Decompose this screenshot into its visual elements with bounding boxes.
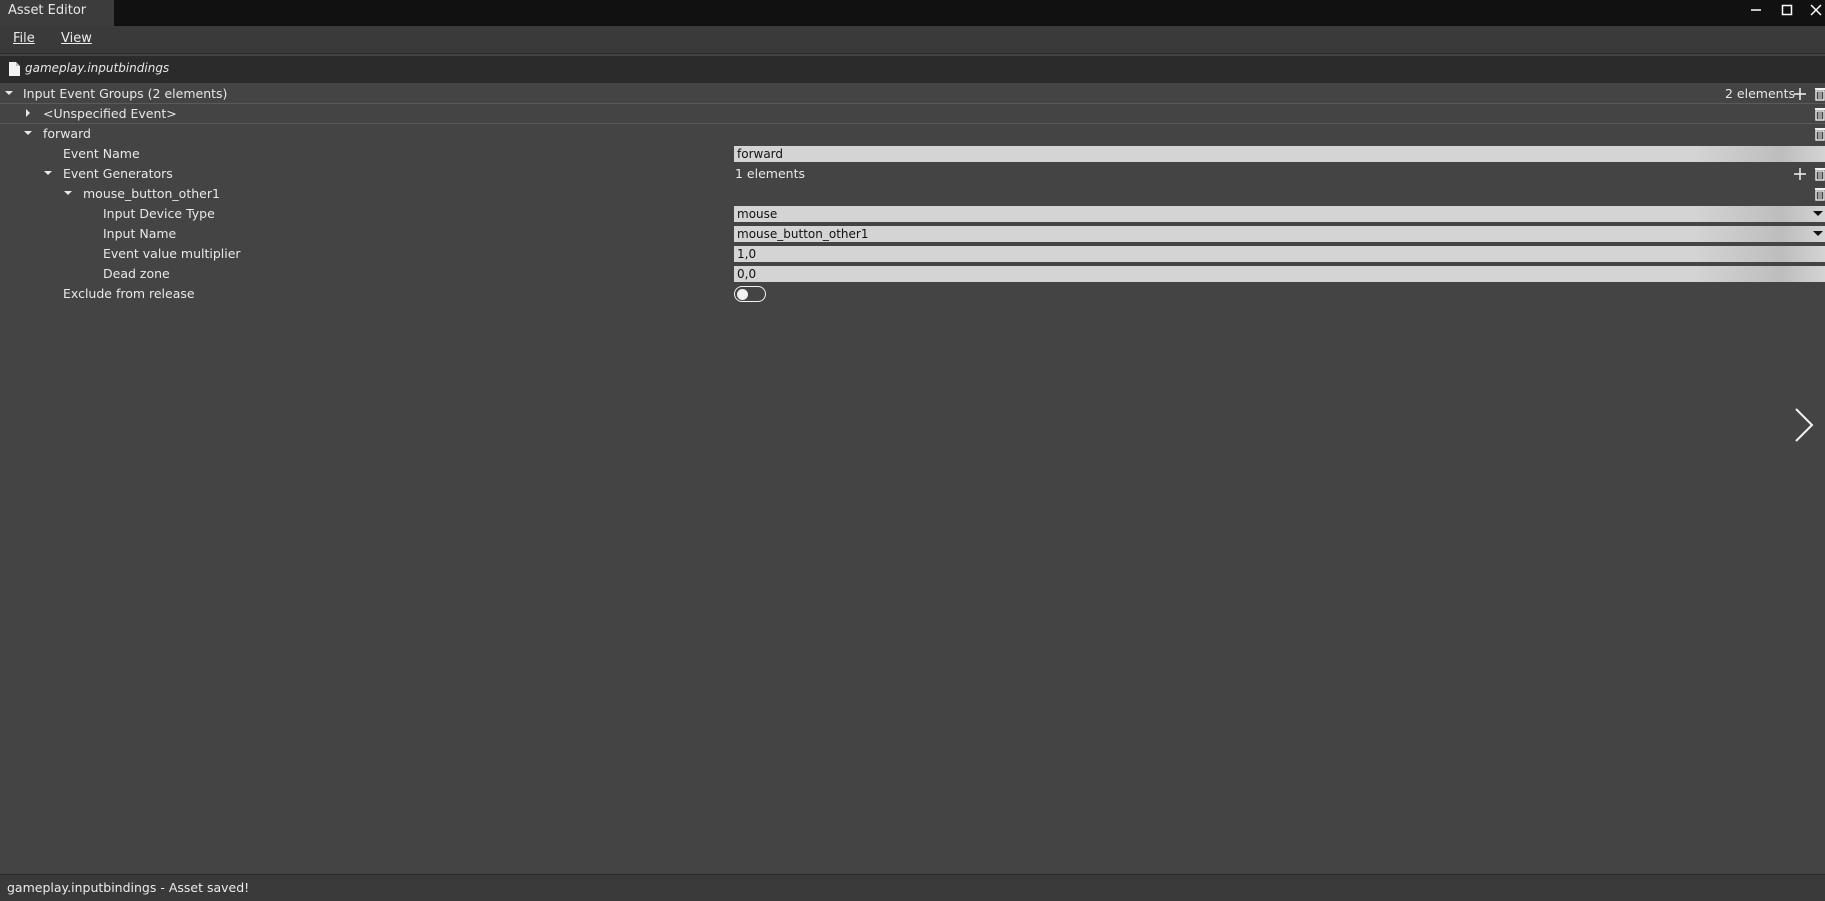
menu-view[interactable]: View [61,31,92,46]
dead-zone-input[interactable]: 0,0 [734,266,1825,282]
property-label: Input Name [103,226,177,241]
exclude-from-release-toggle[interactable] [734,286,766,302]
element-count: 2 elements [1725,86,1795,101]
property-row-multiplier: Event value multiplier 1,0 [0,244,1825,264]
event-name-input[interactable]: forward [734,146,1825,162]
property-label: Exclude from release [63,286,195,301]
tree-row-unspecified-event[interactable]: <Unspecified Event> [0,104,1825,124]
chevron-down-icon [1813,211,1823,216]
menu-file-label: File [13,31,35,46]
toggle-knob [737,288,748,300]
chevron-right-icon[interactable] [1792,405,1816,445]
tree-label: Input Event Groups (2 elements) [23,86,228,101]
menu-bar: File View [0,26,1825,54]
property-row-input-device-type: Input Device Type mouse [0,204,1825,224]
caret-down-icon[interactable] [62,187,74,199]
caret-right-icon[interactable] [22,107,34,119]
window-title: Asset Editor [0,0,114,26]
add-icon[interactable] [1792,166,1808,182]
property-label: Event Name [63,146,140,161]
tree-row-generator[interactable]: mouse_button_other1 [0,184,1825,204]
status-bar: gameplay.inputbindings - Asset saved! [0,874,1825,901]
property-label: Dead zone [103,266,170,281]
property-row-dead-zone: Dead zone 0,0 [0,264,1825,284]
caret-down-icon[interactable] [3,87,15,99]
trash-icon[interactable] [1812,186,1825,202]
trash-icon[interactable] [1812,86,1825,102]
caret-down-icon[interactable] [42,167,54,179]
minimize-icon [1751,9,1761,11]
menu-view-label: View [61,31,92,46]
tree-row-input-event-groups[interactable]: Input Event Groups (2 elements) 2 elemen… [0,84,1825,104]
maximize-icon [1781,4,1793,16]
tree-label: <Unspecified Event> [43,106,177,121]
tree-row-forward[interactable]: forward [0,124,1825,144]
trash-icon[interactable] [1812,126,1825,142]
minimize-button[interactable] [1742,0,1770,20]
file-tab-name[interactable]: gameplay.inputbindings [25,61,169,75]
property-row-event-name: Event Name forward [0,144,1825,164]
select-value: mouse [737,207,778,221]
trash-icon[interactable] [1812,166,1825,182]
menu-file[interactable]: File [13,31,35,46]
tree-label: Event Generators [63,166,173,181]
status-message: gameplay.inputbindings - Asset saved! [7,880,250,895]
multiplier-input[interactable]: 1,0 [734,246,1825,262]
input-name-select[interactable]: mouse_button_other1 [734,226,1825,242]
caret-down-icon[interactable] [22,127,34,139]
tree-row-event-generators[interactable]: Event Generators 1 elements [0,164,1825,184]
close-icon [1810,4,1822,16]
add-icon[interactable] [1792,86,1808,102]
chevron-down-icon [1813,231,1823,236]
file-tab-bar: gameplay.inputbindings [0,56,1825,83]
close-button[interactable] [1802,0,1825,20]
select-value: mouse_button_other1 [737,227,869,241]
property-row-input-name: Input Name mouse_button_other1 [0,224,1825,244]
trash-icon[interactable] [1812,106,1825,122]
property-label: Input Device Type [103,206,215,221]
maximize-button[interactable] [1773,0,1801,20]
element-count: 1 elements [735,166,805,181]
tree-label: mouse_button_other1 [83,186,220,201]
input-device-type-select[interactable]: mouse [734,206,1825,222]
property-row-exclude-from-release: Exclude from release [0,284,1825,304]
title-bar: Asset Editor [0,0,1825,26]
file-icon [9,62,20,76]
tree-label: forward [43,126,91,141]
property-label: Event value multiplier [103,246,241,261]
